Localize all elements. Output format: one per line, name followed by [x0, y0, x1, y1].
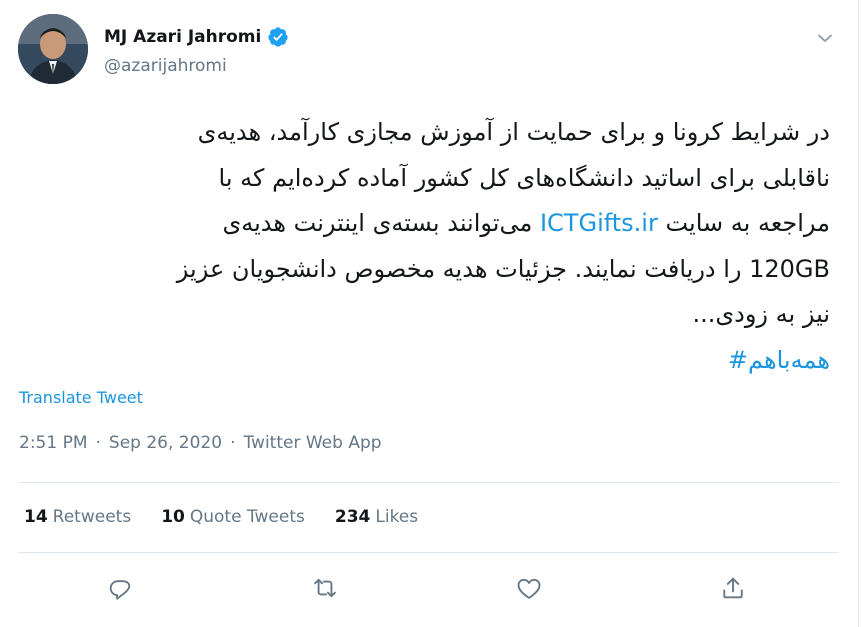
- tweet-text: در شرایط کرونا و برای حمایت از آموزش مجا…: [30, 110, 830, 383]
- divider: [19, 552, 839, 553]
- tweet-card: MJ Azari Jahromi @azarijahromi در شرایط …: [0, 0, 859, 627]
- tweet-meta: 2:51 PM · Sep 26, 2020 · Twitter Web App: [19, 433, 382, 453]
- tweet-line: #همه‌باهم: [30, 338, 830, 384]
- likes-label: Likes: [375, 507, 419, 527]
- tweet-line: در شرایط کرونا و برای حمایت از آموزش مجا…: [197, 118, 830, 146]
- tweet-date[interactable]: Sep 26, 2020: [109, 433, 222, 453]
- avatar[interactable]: [18, 14, 88, 84]
- retweet-button[interactable]: [309, 572, 341, 604]
- meta-separator: ·: [95, 433, 101, 453]
- divider: [19, 482, 839, 483]
- tweet-line: 120GB را دریافت نمایند. جزئیات هدیه مخصو…: [176, 254, 830, 283]
- website-link[interactable]: ICTGifts.ir: [540, 209, 658, 237]
- tweet-source[interactable]: Twitter Web App: [243, 433, 381, 453]
- tweet-time[interactable]: 2:51 PM: [19, 433, 88, 453]
- meta-separator: ·: [230, 433, 236, 453]
- tweet-line: نیز به زودی...: [692, 300, 830, 328]
- tweet-actions: [0, 572, 859, 604]
- chevron-down-icon: [818, 34, 832, 42]
- share-icon: [723, 577, 743, 599]
- retweets-stat[interactable]: 14 Retweets: [24, 507, 131, 527]
- reply-icon: [109, 580, 131, 600]
- likes-count: 234: [334, 507, 371, 527]
- author-handle[interactable]: @azarijahromi: [104, 56, 227, 76]
- tweet-line: مراجعه به سایت ICTGifts.ir می‌توانند بست…: [30, 201, 830, 247]
- likes-stat[interactable]: 234 Likes: [335, 507, 418, 527]
- verified-badge-icon: [268, 27, 288, 47]
- share-button[interactable]: [717, 572, 749, 604]
- heart-icon: [517, 578, 541, 599]
- tweet-stats: 14 Retweets 10 Quote Tweets 234 Likes: [24, 507, 418, 527]
- retweets-label: Retweets: [52, 507, 132, 527]
- tweet-line: ناقابلی برای اساتید دانشگاه‌های کل کشور …: [218, 163, 830, 192]
- translate-tweet-link[interactable]: Translate Tweet: [19, 388, 143, 407]
- reply-button[interactable]: [104, 572, 136, 604]
- author-name[interactable]: MJ Azari Jahromi: [104, 27, 261, 47]
- author-name-row[interactable]: MJ Azari Jahromi: [104, 26, 289, 48]
- tweet-line-end: می‌توانند بسته‌ی اینترنت هدیه‌ی: [222, 209, 540, 237]
- quotes-label: Quote Tweets: [189, 507, 305, 527]
- hashtag-link[interactable]: #همه‌باهم: [728, 346, 830, 374]
- quote-tweets-stat[interactable]: 10 Quote Tweets: [161, 507, 305, 527]
- retweets-count: 14: [24, 507, 48, 527]
- like-button[interactable]: [513, 572, 545, 604]
- tweet-line-start: مراجعه به سایت: [657, 209, 830, 237]
- quotes-count: 10: [161, 507, 185, 527]
- more-options-button[interactable]: [813, 26, 837, 50]
- avatar-image: [18, 14, 88, 84]
- retweet-icon: [314, 578, 336, 598]
